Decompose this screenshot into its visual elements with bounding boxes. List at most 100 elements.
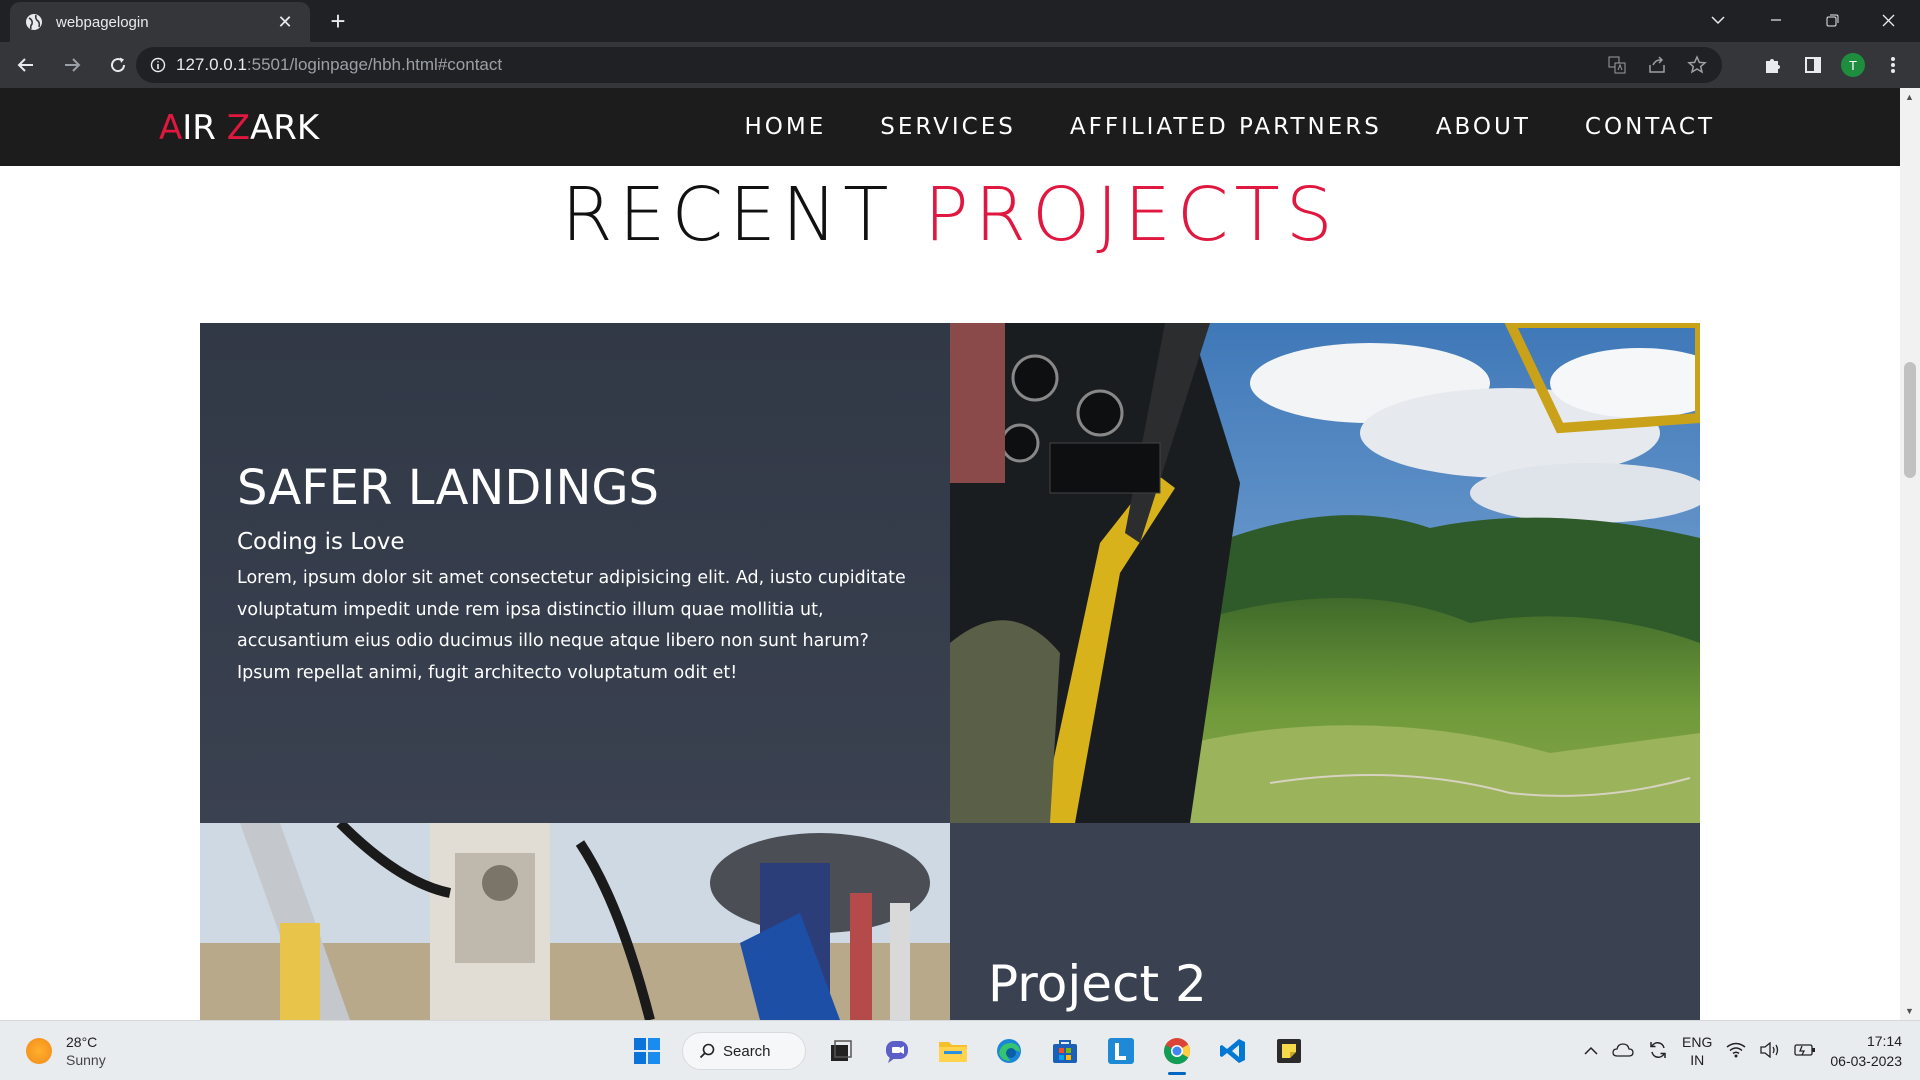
extensions-button[interactable]	[1756, 45, 1790, 85]
nav-contact[interactable]: CONTACT	[1585, 114, 1715, 140]
scrollbar-thumb[interactable]	[1904, 362, 1916, 478]
side-panel-icon	[1805, 57, 1821, 73]
clock-button[interactable]: 17:14 06-03-2023	[1830, 1031, 1902, 1071]
windows-taskbar: 28°C Sunny Search ENG IN 17:14 06-03-202…	[0, 1020, 1920, 1080]
restore-button[interactable]	[1804, 0, 1860, 40]
edge-browser-app[interactable]	[988, 1031, 1030, 1071]
landing-gear-illustration	[200, 823, 950, 1020]
bookmark-button[interactable]	[1682, 51, 1712, 79]
task-view-icon	[831, 1040, 852, 1061]
cockpit-aerial-photo	[950, 323, 1700, 823]
folder-icon	[939, 1042, 967, 1062]
onedrive-button[interactable]	[1612, 1042, 1634, 1060]
section-heading: RECENT PROJECTS	[0, 172, 1900, 258]
nav-affiliated-partners[interactable]: AFFILIATED PARTNERS	[1070, 114, 1382, 140]
taskbar-apps: Search	[626, 1031, 1310, 1075]
puzzle-icon	[1766, 59, 1780, 73]
vscode-app[interactable]	[1212, 1031, 1254, 1071]
profile-avatar: T	[1841, 53, 1865, 77]
nav-home[interactable]: HOME	[745, 114, 827, 140]
speaker-icon	[1760, 1041, 1779, 1058]
site-info-icon[interactable]	[150, 57, 166, 73]
chevron-down-icon	[1711, 16, 1725, 25]
new-tab-button[interactable]: +	[322, 6, 354, 38]
weather-condition: Sunny	[66, 1052, 106, 1068]
close-tab-icon[interactable]: ✕	[274, 12, 296, 33]
search-icon	[699, 1043, 715, 1059]
chat-icon	[886, 1041, 908, 1063]
sync-icon	[1650, 1041, 1666, 1058]
close-window-button[interactable]	[1860, 0, 1916, 40]
browser-tab[interactable]: webpagelogin ✕	[10, 2, 310, 42]
reload-button[interactable]	[98, 45, 138, 85]
tab-title: webpagelogin	[56, 13, 149, 31]
task-view-button[interactable]	[820, 1031, 862, 1071]
cloud-icon	[1612, 1042, 1634, 1057]
weather-temperature: 28°C	[66, 1034, 98, 1050]
l-app[interactable]	[1100, 1031, 1142, 1071]
back-button[interactable]	[6, 45, 46, 85]
project-subtitle: Coding is Love	[237, 529, 405, 555]
start-button[interactable]	[626, 1031, 668, 1071]
vscode-icon	[1220, 1039, 1245, 1063]
browser-tab-strip: webpagelogin ✕ +	[0, 0, 1920, 42]
battery-icon	[1794, 1043, 1816, 1056]
battery-button[interactable]	[1794, 1043, 1816, 1060]
translate-button[interactable]	[1602, 51, 1632, 79]
nav-services[interactable]: SERVICES	[880, 114, 1016, 140]
sync-button[interactable]	[1648, 1040, 1668, 1063]
browser-toolbar: 127.0.0.1:5501/loginpage/hbh.html#contac…	[0, 42, 1920, 88]
project-card-2: Project 2	[950, 823, 1700, 1020]
side-panel-button[interactable]	[1796, 45, 1830, 85]
share-button[interactable]	[1642, 51, 1672, 79]
forward-button[interactable]	[52, 45, 92, 85]
file-explorer-app[interactable]	[932, 1031, 974, 1071]
profile-button[interactable]: T	[1836, 45, 1870, 85]
logo-text: IR	[182, 108, 227, 148]
menu-button[interactable]	[1876, 45, 1910, 85]
project-card-1: SAFER LANDINGS Coding is Love Lorem, ips…	[200, 323, 950, 823]
share-icon	[1649, 56, 1665, 73]
show-hidden-icons-button[interactable]	[1584, 1043, 1598, 1059]
nav-about[interactable]: ABOUT	[1436, 114, 1531, 140]
system-tray: ENG IN 17:14 06-03-2023	[1584, 1021, 1920, 1080]
forward-arrow-icon	[65, 58, 81, 72]
windows-logo-icon	[634, 1038, 660, 1064]
volume-button[interactable]	[1760, 1041, 1780, 1061]
site-logo[interactable]: AIR ZARK	[159, 108, 319, 148]
wifi-button[interactable]	[1726, 1042, 1746, 1061]
reload-icon	[111, 57, 126, 73]
chrome-app[interactable]	[1156, 1031, 1198, 1075]
minimize-button[interactable]	[1748, 0, 1804, 40]
page-scrollbar[interactable]: ▲ ▼	[1900, 88, 1920, 1020]
store-icon	[1053, 1040, 1077, 1063]
restore-icon	[1826, 14, 1838, 26]
language-code: ENG	[1682, 1034, 1713, 1050]
translate-icon	[1608, 56, 1626, 74]
input-language-button[interactable]: ENG IN	[1682, 1033, 1712, 1069]
weather-widget[interactable]: 28°C Sunny	[26, 1033, 106, 1069]
logo-accent-letter: A	[159, 108, 183, 148]
taskbar-search[interactable]: Search	[682, 1032, 806, 1070]
search-label: Search	[723, 1042, 771, 1060]
scroll-up-arrow-icon[interactable]: ▲	[1905, 92, 1914, 102]
tab-search-button[interactable]	[1690, 0, 1746, 40]
close-icon	[1882, 14, 1894, 26]
clock-date: 06-03-2023	[1830, 1053, 1902, 1069]
edge-icon	[997, 1039, 1021, 1063]
microsoft-store-app[interactable]	[1044, 1031, 1086, 1071]
site-navbar: AIR ZARK HOME SERVICES AFFILIATED PARTNE…	[0, 88, 1900, 166]
scroll-down-arrow-icon[interactable]: ▼	[1905, 1006, 1914, 1016]
heading-plain: RECENT	[561, 172, 895, 258]
cockpit-aerial-illustration	[950, 323, 1700, 823]
logo-accent-letter: Z	[226, 108, 251, 148]
sticky-note-icon	[1277, 1039, 1301, 1063]
sticky-notes-app[interactable]	[1268, 1031, 1310, 1071]
url-path: :5501/loginpage/hbh.html#contact	[246, 55, 503, 74]
chrome-icon	[1164, 1038, 1191, 1065]
minimize-icon	[1771, 19, 1781, 21]
address-bar[interactable]: 127.0.0.1:5501/loginpage/hbh.html#contac…	[136, 47, 1722, 83]
teams-chat-app[interactable]	[876, 1031, 918, 1071]
url-text: 127.0.0.1:5501/loginpage/hbh.html#contac…	[176, 55, 502, 75]
globe-icon	[26, 14, 42, 30]
